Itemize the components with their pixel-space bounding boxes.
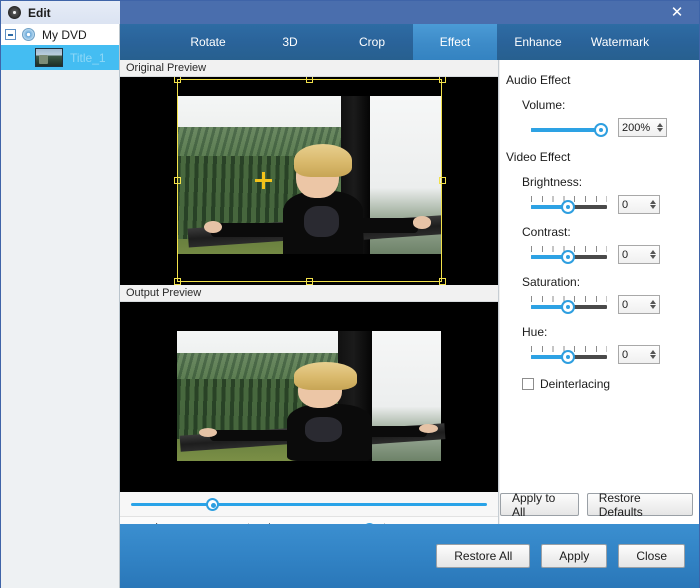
hue-value: 0	[622, 348, 629, 361]
bottom-bar: Restore All Apply Close	[120, 524, 699, 588]
tab-effect[interactable]: Effect	[413, 24, 497, 60]
brightness-control-row: 0	[530, 195, 699, 214]
spinner-arrows-icon[interactable]	[650, 200, 656, 209]
seek-bar[interactable]	[120, 492, 498, 517]
subject-shirt-print	[304, 205, 339, 238]
close-button[interactable]: Close	[618, 544, 685, 568]
audio-effect-group-title: Audio Effect	[506, 73, 571, 87]
saturation-control-row: 0	[530, 295, 699, 314]
volume-slider[interactable]	[530, 119, 608, 137]
original-video-frame	[177, 77, 442, 285]
panel-button-group: Apply to All Restore Defaults	[500, 491, 693, 519]
volume-value: 200%	[622, 121, 651, 134]
hue-slider-handle[interactable]	[561, 349, 575, 364]
volume-slider-handle[interactable]	[594, 122, 608, 137]
contrast-label: Contrast:	[522, 225, 571, 239]
saturation-label: Saturation:	[522, 275, 581, 289]
hue-slider[interactable]	[530, 345, 608, 364]
crop-handle-middle-right[interactable]	[439, 177, 446, 184]
video-thumbnail	[35, 48, 63, 67]
crop-handle-top-left[interactable]	[174, 77, 181, 83]
tree-item-label: My DVD	[42, 27, 87, 42]
subject-hair	[294, 362, 357, 390]
contrast-value: 0	[622, 248, 629, 261]
tree-item-label: Title_1	[70, 50, 106, 65]
hue-spinner[interactable]: 0	[618, 345, 660, 364]
apply-to-all-button[interactable]: Apply to All	[500, 491, 579, 519]
spinner-arrows-icon[interactable]	[650, 350, 656, 359]
saturation-slider-handle[interactable]	[561, 299, 575, 314]
subject-left-hand	[198, 427, 217, 438]
saturation-slider[interactable]	[530, 295, 608, 314]
saturation-value: 0	[622, 298, 629, 311]
brightness-spinner[interactable]: 0	[618, 195, 660, 214]
deinterlacing-checkbox[interactable]	[522, 378, 534, 390]
contrast-slider[interactable]	[530, 245, 608, 264]
collapse-box-icon[interactable]	[5, 29, 16, 40]
preview-column: Original Preview Output Preview	[120, 60, 499, 542]
window-title: Edit	[28, 5, 51, 20]
tree-item-my-dvd[interactable]: My DVD	[1, 24, 119, 45]
title-bar: Edit ✕	[1, 1, 699, 24]
seek-handle[interactable]	[205, 497, 219, 511]
hue-label: Hue:	[522, 325, 548, 339]
deinterlacing-label: Deinterlacing	[540, 377, 611, 391]
deinterlacing-row[interactable]: Deinterlacing	[522, 377, 699, 391]
disc-icon	[22, 28, 35, 41]
crop-handle-bottom-left[interactable]	[174, 278, 181, 285]
effect-settings-panel: Audio Effect Volume: 200% Video Effect B…	[500, 60, 699, 524]
spinner-arrows-icon[interactable]	[657, 123, 663, 132]
original-preview-stage[interactable]	[120, 77, 498, 285]
original-preview-header: Original Preview	[120, 60, 498, 77]
tab-3d[interactable]: 3D	[249, 24, 331, 60]
volume-control-row: 200%	[530, 118, 699, 137]
brightness-slider-handle[interactable]	[561, 199, 575, 214]
seek-track[interactable]	[131, 497, 487, 511]
crop-handle-top-center[interactable]	[306, 77, 313, 83]
restore-all-button[interactable]: Restore All	[436, 544, 531, 568]
output-preview-stage	[120, 302, 498, 492]
output-video-frame	[125, 306, 493, 488]
title-bar-label-area: Edit	[1, 1, 121, 24]
contrast-control-row: 0	[530, 245, 699, 264]
crop-handle-middle-left[interactable]	[174, 177, 181, 184]
crop-handle-bottom-center[interactable]	[306, 278, 313, 285]
close-icon[interactable]: ✕	[655, 1, 699, 24]
subject-hair	[293, 143, 352, 177]
brightness-slider[interactable]	[530, 195, 608, 214]
brightness-value: 0	[622, 198, 629, 211]
tab-rotate[interactable]: Rotate	[167, 24, 249, 60]
tab-crop[interactable]: Crop	[331, 24, 413, 60]
subject-right-hand	[412, 216, 432, 229]
spinner-arrows-icon[interactable]	[650, 300, 656, 309]
spinner-arrows-icon[interactable]	[650, 250, 656, 259]
tree-item-title-1[interactable]: Title_1	[1, 45, 119, 70]
restore-defaults-button[interactable]: Restore Defaults	[586, 491, 693, 519]
contrast-spinner[interactable]: 0	[618, 245, 660, 264]
crop-handle-top-right[interactable]	[439, 77, 446, 83]
video-effect-group-title: Video Effect	[506, 150, 571, 164]
subject-left-hand	[203, 220, 223, 233]
brightness-label: Brightness:	[522, 175, 583, 189]
contrast-slider-handle[interactable]	[561, 249, 575, 264]
disc-icon	[8, 6, 21, 19]
sidebar: My DVD Title_1	[1, 24, 120, 588]
hue-control-row: 0	[530, 345, 699, 364]
tab-watermark[interactable]: Watermark	[579, 24, 661, 60]
volume-label: Volume:	[522, 98, 566, 112]
crop-handle-bottom-right[interactable]	[439, 278, 446, 285]
edit-window: Edit ✕ My DVD Title_1 Rotate 3D Crop Eff…	[0, 0, 700, 588]
subject-shirt-print	[305, 417, 343, 443]
volume-spinner[interactable]: 200%	[618, 118, 667, 137]
tab-enhance[interactable]: Enhance	[497, 24, 579, 60]
output-preview-header: Output Preview	[120, 285, 498, 302]
saturation-spinner[interactable]: 0	[618, 295, 660, 314]
tab-bar: Rotate 3D Crop Effect Enhance Watermark	[120, 24, 699, 60]
apply-button[interactable]: Apply	[541, 544, 608, 568]
